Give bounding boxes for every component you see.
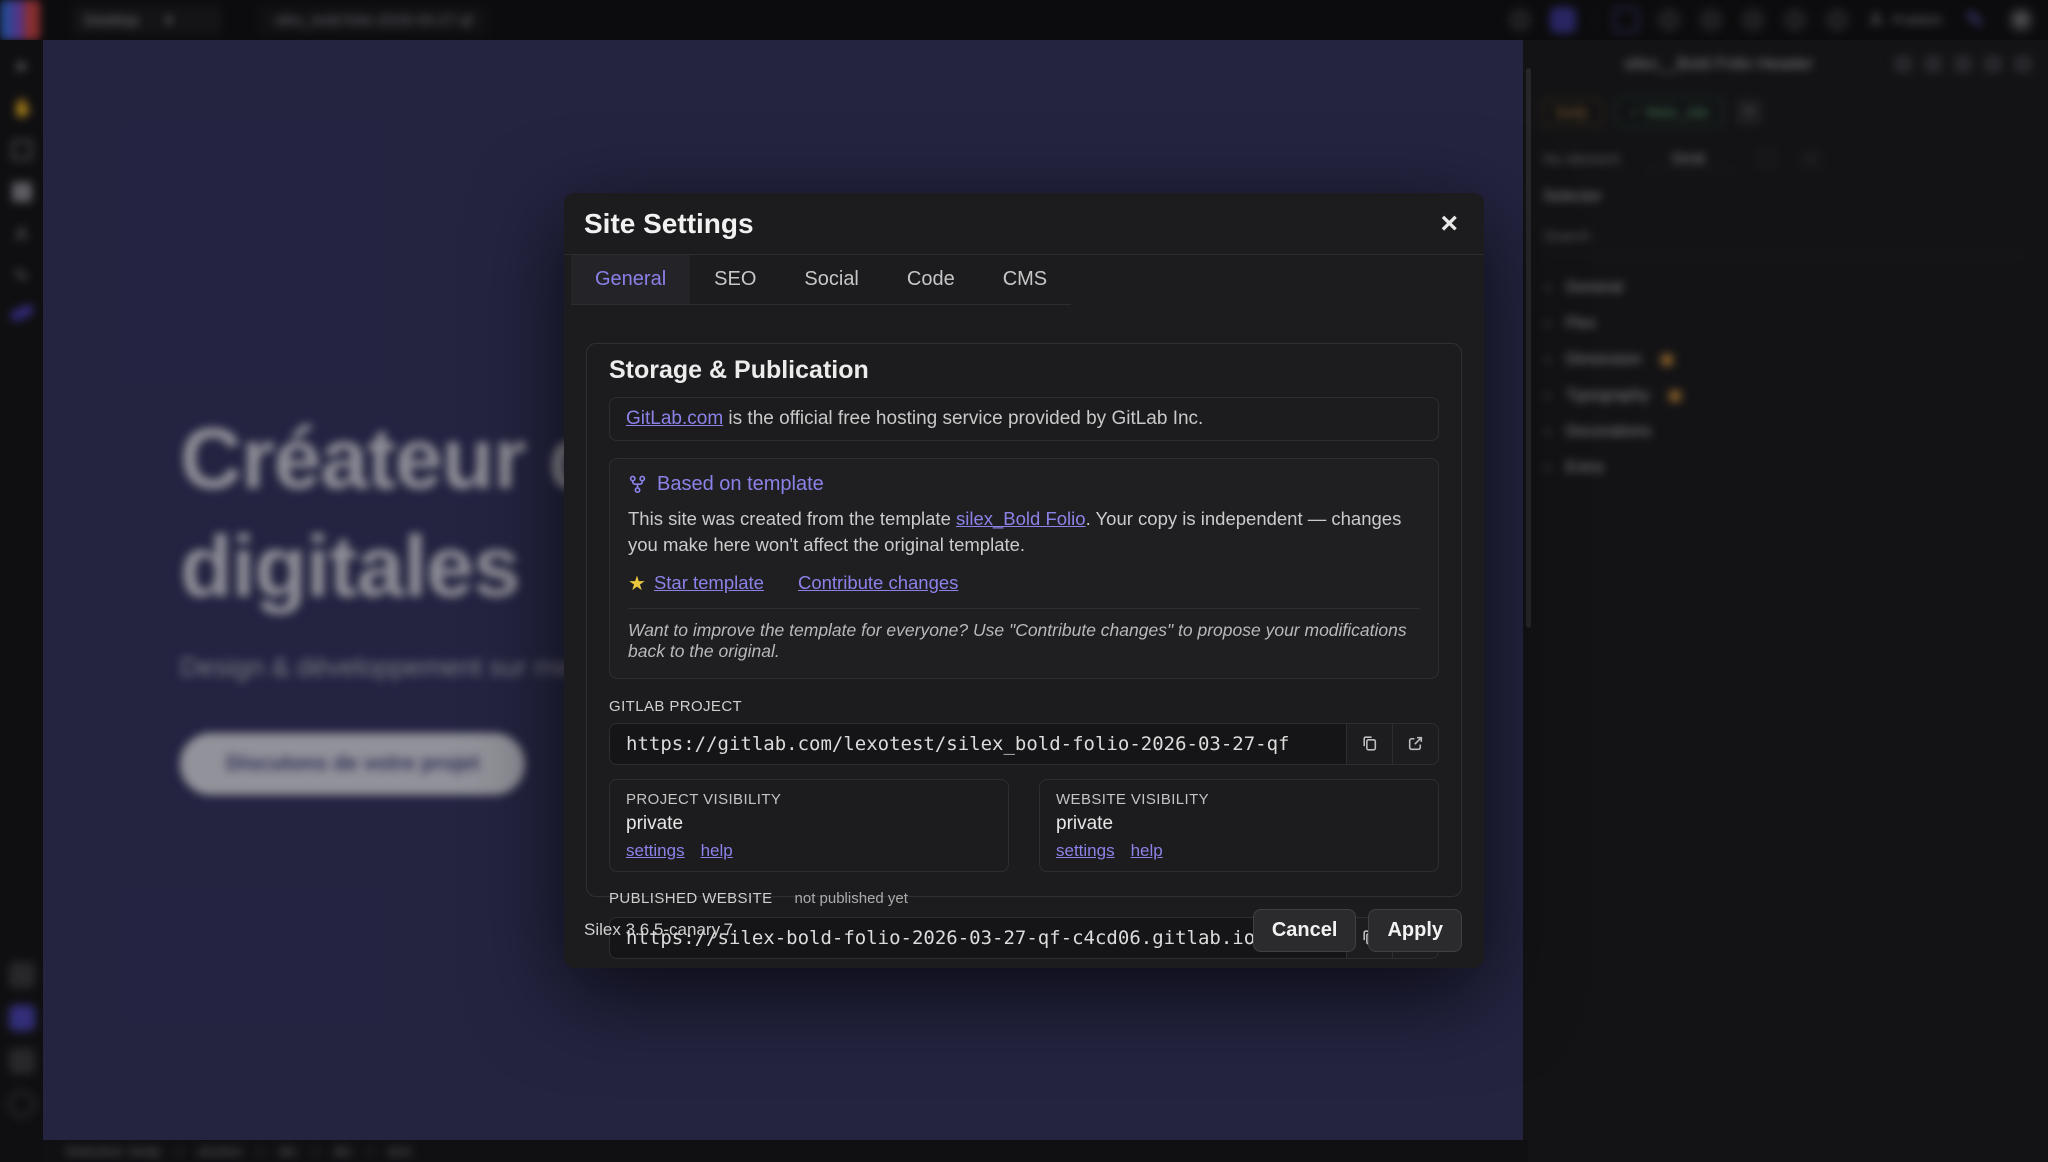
template-description-pre: This site was created from the template: [628, 508, 956, 529]
tab-social[interactable]: Social: [780, 255, 882, 304]
website-settings-link[interactable]: settings: [1056, 841, 1115, 861]
tab-code[interactable]: Code: [883, 255, 979, 304]
open-external-button[interactable]: [1392, 724, 1438, 764]
template-divider: [628, 608, 1420, 609]
copy-button[interactable]: [1346, 724, 1392, 764]
external-link-icon: [1406, 734, 1425, 753]
gitlab-info-box: GitLab.com is the official free hosting …: [609, 397, 1439, 441]
website-visibility-label: WEBSITE VISIBILITY: [1056, 791, 1422, 808]
gitlab-info-text: is the official free hosting service pro…: [723, 408, 1203, 429]
project-help-link[interactable]: help: [701, 841, 733, 861]
gitlab-com-link[interactable]: GitLab.com: [626, 408, 723, 429]
app-version-text: Silex 3.6.5-canary.7: [584, 920, 733, 940]
contribute-changes-link[interactable]: Contribute changes: [798, 572, 958, 594]
star-icon: ★: [628, 571, 646, 596]
gitlab-project-label: GITLAB PROJECT: [609, 698, 1439, 715]
project-visibility-box: PROJECT VISIBILITY private settings help: [609, 779, 1009, 872]
cancel-button[interactable]: Cancel: [1253, 909, 1357, 952]
storage-publication-section: Storage & Publication GitLab.com is the …: [586, 343, 1462, 897]
template-description: This site was created from the template …: [628, 506, 1420, 559]
based-on-template-box: Based on template This site was created …: [609, 458, 1439, 679]
template-link[interactable]: silex_Bold Folio: [956, 508, 1086, 529]
copy-icon: [1360, 734, 1379, 753]
section-heading: Storage & Publication: [609, 356, 1439, 385]
apply-button[interactable]: Apply: [1368, 909, 1462, 952]
gitlab-project-url-input[interactable]: [610, 724, 1346, 764]
tab-seo[interactable]: SEO: [690, 255, 780, 304]
website-help-link[interactable]: help: [1131, 841, 1163, 861]
based-on-template-label: Based on template: [657, 473, 824, 496]
site-settings-dialog: Site Settings × General SEO Social Code …: [564, 193, 1484, 968]
template-note: Want to improve the template for everyon…: [628, 620, 1420, 666]
website-visibility-box: WEBSITE VISIBILITY private settings help: [1039, 779, 1439, 872]
website-visibility-value: private: [1056, 813, 1422, 835]
project-settings-link[interactable]: settings: [626, 841, 685, 861]
project-visibility-label: PROJECT VISIBILITY: [626, 791, 992, 808]
gitlab-project-url-group: [609, 723, 1439, 765]
fork-icon: [628, 475, 647, 494]
tab-cms[interactable]: CMS: [979, 255, 1071, 304]
dialog-title: Site Settings: [584, 208, 754, 240]
app: Desktop ▾ silex_bold-folio-2026-03-27-qf: [0, 0, 2048, 1162]
settings-tabs: General SEO Social Code CMS: [571, 255, 1071, 305]
project-visibility-value: private: [626, 813, 992, 835]
star-template-link[interactable]: Star template: [654, 572, 764, 594]
tab-general[interactable]: General: [571, 255, 690, 304]
close-icon[interactable]: ×: [1440, 209, 1458, 239]
